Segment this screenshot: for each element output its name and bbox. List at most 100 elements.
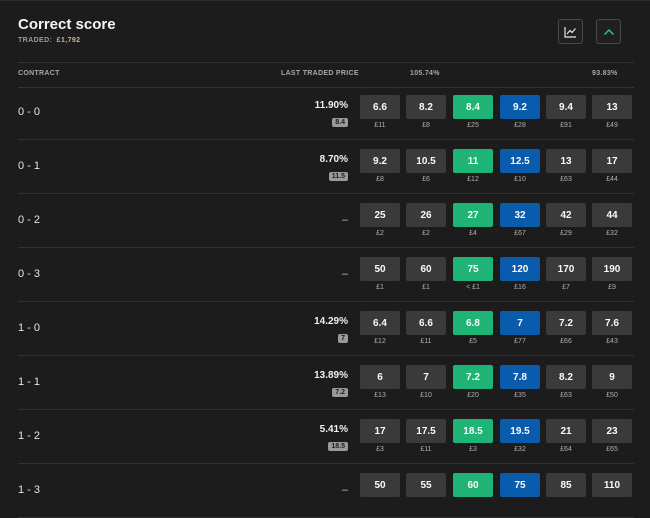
back-price-cell[interactable]: 60 [406, 257, 446, 281]
lay-price-cell[interactable]: 9.4 [546, 95, 586, 119]
runner-row: 0 - 3 –50 £1 60 £1 75 < £1 120 £16 170 £7 190 £9 [0, 248, 650, 302]
available-volume: £35 [514, 392, 526, 399]
best-lay-price-cell[interactable]: 7 [500, 311, 540, 335]
best-lay-price-cell[interactable]: 75 [500, 473, 540, 497]
available-volume: £6 [422, 176, 430, 183]
runner-row: 1 - 1 13.89% 7.2 6 £13 7 £10 7.2 £20 7.8 £35 8.2 £63… [0, 356, 650, 410]
lay-price-cell[interactable]: 13 [546, 149, 586, 173]
best-back-price-cell[interactable]: 60 [453, 473, 493, 497]
lay-price-cell[interactable]: 7.2 [546, 311, 586, 335]
lay-price-cell[interactable]: 17 [592, 149, 632, 173]
available-volume: < £1 [466, 284, 480, 291]
back-price-cell[interactable]: 6 [360, 365, 400, 389]
ltp-percentage: 13.89% [314, 370, 348, 381]
back-price-cell[interactable]: 6.4 [360, 311, 400, 335]
contract-name: 0 - 3 [18, 268, 41, 280]
contract-name: 1 - 0 [18, 322, 41, 334]
available-volume: £25 [467, 122, 479, 129]
best-back-price-cell[interactable]: 27 [453, 203, 493, 227]
lay-price-cell[interactable]: 190 [592, 257, 632, 281]
lay-price-cell[interactable]: 8.2 [546, 365, 586, 389]
correct-score-panel: Correct score TRADED: £1,792 CONTRACT LA… [0, 0, 650, 518]
available-volume: £9 [608, 284, 616, 291]
back-price-cell[interactable]: 9.2 [360, 149, 400, 173]
best-lay-price-cell[interactable]: 9.2 [500, 95, 540, 119]
lay-price-cell[interactable]: 170 [546, 257, 586, 281]
contract-name: 0 - 2 [18, 214, 41, 226]
back-price-cell[interactable]: 25 [360, 203, 400, 227]
available-volume: £8 [376, 176, 384, 183]
available-volume: £67 [514, 230, 526, 237]
ltp-price-badge: 11.5 [328, 172, 348, 181]
best-back-price-cell[interactable]: 11 [453, 149, 493, 173]
available-volume: £1 [422, 284, 430, 291]
last-traded-price: 11.90% 8.4 [315, 100, 348, 129]
available-volume: £12 [467, 176, 479, 183]
lay-price-cell[interactable]: 110 [592, 473, 632, 497]
runner-row: 0 - 2 –25 £2 26 £2 27 £4 32 £67 42 £29 44 £32 [0, 194, 650, 248]
back-price-cell[interactable]: 6.6 [406, 311, 446, 335]
lay-price-cell[interactable]: 42 [546, 203, 586, 227]
lay-price-cell[interactable]: 23 [592, 419, 632, 443]
back-price-cell[interactable]: 6.6 [360, 95, 400, 119]
lay-price-cell[interactable]: 9 [592, 365, 632, 389]
lay-price-cell[interactable]: 44 [592, 203, 632, 227]
back-price-cell[interactable]: 10.5 [406, 149, 446, 173]
lay-price-cell[interactable]: 7.6 [592, 311, 632, 335]
traded-value: £1,792 [56, 37, 81, 44]
collapse-button[interactable] [596, 19, 621, 44]
available-volume: £32 [606, 230, 618, 237]
runner-row: 1 - 0 14.29% 7 6.4 £12 6.6 £11 6.8 £5 7 £77 7.2 £66 7… [0, 302, 650, 356]
market-title: Correct score [18, 16, 116, 33]
ltp-percentage: 14.29% [314, 316, 348, 327]
best-back-price-cell[interactable]: 8.4 [453, 95, 493, 119]
available-volume: £3 [469, 446, 477, 453]
available-volume: £65 [606, 446, 618, 453]
chart-button[interactable] [558, 19, 583, 44]
available-volume: £32 [514, 446, 526, 453]
best-back-price-cell[interactable]: 75 [453, 257, 493, 281]
best-lay-price-cell[interactable]: 12.5 [500, 149, 540, 173]
lay-price-cell[interactable]: 85 [546, 473, 586, 497]
lay-price-cell[interactable]: 21 [546, 419, 586, 443]
last-traded-price: 13.89% 7.2 [314, 370, 348, 399]
best-lay-price-cell[interactable]: 7.8 [500, 365, 540, 389]
available-volume: £10 [420, 392, 432, 399]
available-volume: £7 [562, 284, 570, 291]
back-price-cell[interactable]: 7 [406, 365, 446, 389]
market-header-row: CONTRACT LAST TRADED PRICE 105.74% 93.83… [18, 62, 634, 88]
ltp-empty: – [341, 214, 348, 226]
last-traded-price: 8.70% 11.5 [320, 154, 348, 183]
available-volume: £77 [514, 338, 526, 345]
back-price-cell[interactable]: 8.2 [406, 95, 446, 119]
best-back-price-cell[interactable]: 6.8 [453, 311, 493, 335]
ltp-percentage: 11.90% [314, 100, 348, 111]
contract-name: 1 - 3 [18, 484, 41, 496]
ltp-percentage: 5.41% [319, 424, 348, 435]
lay-price-cell[interactable]: 13 [592, 95, 632, 119]
available-volume: £3 [376, 446, 384, 453]
back-price-cell[interactable]: 50 [360, 257, 400, 281]
best-back-price-cell[interactable]: 7.2 [453, 365, 493, 389]
available-volume: £10 [514, 176, 526, 183]
best-lay-price-cell[interactable]: 120 [500, 257, 540, 281]
ltp-price-badge: 18.5 [328, 442, 348, 451]
available-volume: £50 [606, 392, 618, 399]
back-price-cell[interactable]: 17 [360, 419, 400, 443]
back-price-cell[interactable]: 26 [406, 203, 446, 227]
available-volume: £13 [374, 392, 386, 399]
available-volume: £2 [422, 230, 430, 237]
chevron-up-icon [603, 28, 614, 35]
back-price-cell[interactable]: 17.5 [406, 419, 446, 443]
available-volume: £20 [467, 392, 479, 399]
best-back-price-cell[interactable]: 18.5 [453, 419, 493, 443]
runner-row: 1 - 3 –50 55 60 75 85 110 [0, 464, 650, 518]
available-volume: £66 [560, 338, 572, 345]
available-volume: £49 [606, 122, 618, 129]
best-lay-price-cell[interactable]: 32 [500, 203, 540, 227]
ltp-percentage: 8.70% [319, 154, 348, 165]
best-lay-price-cell[interactable]: 19.5 [500, 419, 540, 443]
contract-name: 0 - 1 [18, 160, 41, 172]
back-price-cell[interactable]: 50 [360, 473, 400, 497]
back-price-cell[interactable]: 55 [406, 473, 446, 497]
